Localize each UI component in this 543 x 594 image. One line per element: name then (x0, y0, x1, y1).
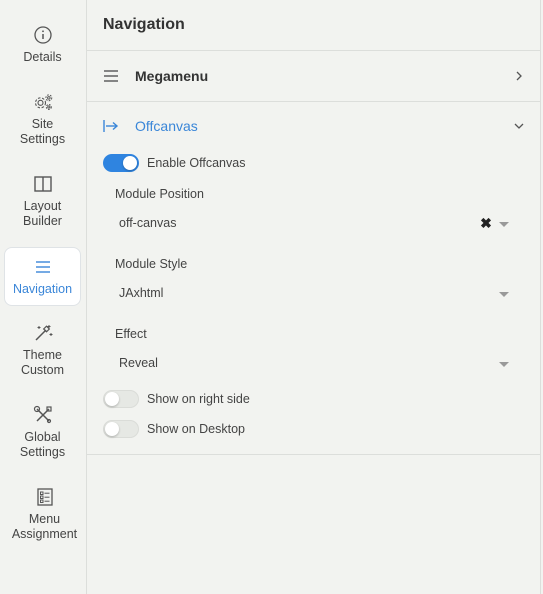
sidebar-item-navigation[interactable]: Navigation (4, 247, 81, 306)
enable-offcanvas-row: Enable Offcanvas (87, 148, 540, 178)
sidebar: Details Site Settings Layout Builder Nav… (0, 0, 86, 594)
sidebar-item-site-settings[interactable]: Site Settings (4, 91, 81, 147)
gears-icon (32, 91, 54, 113)
settings-panel: Navigation Megamenu Offcanvas Enable Off… (87, 0, 540, 594)
desktop-toggle[interactable] (103, 420, 139, 438)
desktop-row: Show on Desktop (87, 414, 540, 444)
module-position-value: off-canvas (119, 216, 177, 230)
enable-offcanvas-label: Enable Offcanvas (147, 156, 246, 170)
checklist-icon (34, 486, 56, 508)
caret-down-icon (499, 361, 509, 367)
section-label: Megamenu (135, 68, 209, 84)
module-style-value: JAxhtml (119, 286, 164, 300)
enable-offcanvas-toggle[interactable] (103, 154, 139, 172)
effect-value: Reveal (119, 356, 158, 370)
right-side-row: Show on right side (87, 384, 540, 414)
toggle-knob (105, 392, 119, 406)
desktop-label: Show on Desktop (147, 422, 245, 436)
section-offcanvas: Offcanvas Enable Offcanvas Module Positi… (87, 102, 540, 455)
module-position-label: Module Position (115, 187, 204, 201)
sidebar-item-label: Site Settings (19, 117, 66, 146)
section-offcanvas-header[interactable]: Offcanvas (87, 102, 540, 150)
sidebar-item-label: Global Settings (19, 430, 66, 459)
sidebar-item-global-settings[interactable]: Global Settings (4, 404, 81, 460)
hamburger-icon (103, 68, 119, 84)
right-side-label: Show on right side (147, 392, 250, 406)
toggle-knob (123, 156, 137, 170)
sidebar-item-label: Details (23, 50, 62, 64)
caret-down-icon (499, 291, 509, 297)
panel-border (540, 0, 541, 594)
sidebar-item-label: Theme Custom (20, 348, 65, 377)
chevron-down-icon (514, 121, 524, 131)
sidebar-item-menu-assignment[interactable]: Menu Assignment (6, 486, 83, 542)
section-megamenu[interactable]: Megamenu (87, 51, 540, 102)
effect-select[interactable]: Reveal (115, 348, 511, 378)
sidebar-item-label: Layout Builder (23, 199, 62, 228)
module-style-select[interactable]: JAxhtml (115, 278, 511, 308)
module-style-label: Module Style (115, 257, 188, 271)
section-label: Offcanvas (135, 118, 198, 134)
clear-icon[interactable]: ✖ (479, 215, 493, 231)
arrow-to-right-bar-icon (103, 118, 119, 134)
sidebar-item-label: Navigation (12, 282, 73, 296)
module-position-select[interactable]: off-canvas ✖ (115, 208, 511, 238)
toggle-knob (105, 422, 119, 436)
caret-down-icon (499, 221, 509, 227)
panel-title: Navigation (87, 0, 540, 51)
info-circle-icon (32, 24, 54, 46)
sidebar-item-details[interactable]: Details (4, 24, 81, 65)
right-side-toggle[interactable] (103, 390, 139, 408)
chevron-right-icon (514, 71, 524, 81)
sidebar-item-layout-builder[interactable]: Layout Builder (4, 173, 81, 229)
tools-icon (32, 404, 54, 426)
sidebar-item-theme-custom[interactable]: Theme Custom (4, 322, 81, 378)
magic-wand-icon (32, 322, 54, 344)
hamburger-icon (32, 256, 54, 278)
layout-columns-icon (32, 173, 54, 195)
sidebar-item-label: Menu Assignment (11, 512, 78, 541)
effect-label: Effect (115, 327, 147, 341)
